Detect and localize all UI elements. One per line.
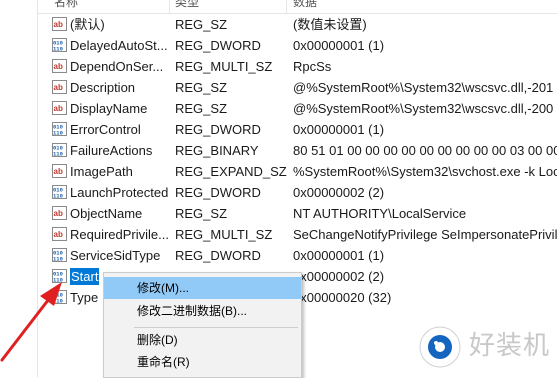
table-row[interactable]: ab Description REG_SZ @%SystemRoot%\System3…: [38, 77, 557, 98]
value-data: 0x00000020 (32): [293, 290, 392, 305]
column-header-type[interactable]: 类型: [175, 0, 199, 9]
string-value-icon: ab: [52, 80, 67, 94]
menu-item-delete[interactable]: 删除(D): [104, 329, 301, 351]
svg-text:110: 110: [53, 277, 63, 284]
svg-text:110: 110: [53, 256, 63, 263]
value-data: @%SystemRoot%\System32\wscsvc.dll,-200: [293, 101, 554, 116]
value-type: REG_DWORD: [175, 122, 261, 137]
value-data: 0x00000001 (1): [293, 248, 385, 263]
value-type: REG_MULTI_SZ: [175, 59, 273, 74]
string-value-icon: ab: [52, 59, 67, 73]
string-value-icon: ab: [52, 17, 67, 31]
svg-text:ab: ab: [54, 83, 63, 92]
column-divider[interactable]: [286, 0, 287, 13]
column-header: 名称 类型 数据: [38, 0, 557, 14]
table-row[interactable]: ab (默认) REG_SZ (数值未设置): [38, 14, 557, 35]
value-type: REG_SZ: [175, 80, 228, 95]
column-header-name[interactable]: 名称: [54, 0, 78, 9]
value-data: 0x00000002 (2): [293, 269, 385, 284]
svg-text:ab: ab: [54, 167, 63, 176]
binary-value-icon: 010110: [52, 269, 67, 283]
value-type: REG_DWORD: [175, 248, 261, 263]
value-type: REG_SZ: [175, 206, 228, 221]
value-data: SeChangeNotifyPrivilege SeImpersonatePri…: [293, 227, 557, 242]
value-data: 80 51 01 00 00 00 00 00 00 00 00 00 03 0…: [293, 143, 557, 158]
svg-text:ab: ab: [54, 230, 63, 239]
svg-text:ab: ab: [54, 104, 63, 113]
value-data: %SystemRoot%\System32\svchost.exe -k Loc: [293, 164, 557, 179]
table-row[interactable]: 010 110 FailureActions REG_BINARY 80 51 01 0…: [38, 140, 557, 161]
table-row[interactable]: 010 110 ServiceSidType REG_DWORD 0x00000001 …: [38, 245, 557, 266]
table-row[interactable]: ab DisplayName REG_SZ @%SystemRoot%\System3…: [38, 98, 557, 119]
string-value-icon: ab: [52, 227, 67, 241]
value-data: (数值未设置): [293, 17, 367, 32]
binary-value-icon: 010110: [52, 38, 67, 52]
table-row[interactable]: 010 110 ErrorControl REG_DWORD 0x00000001 (1…: [38, 119, 557, 140]
value-data: 0x00000001 (1): [293, 38, 385, 53]
table-row[interactable]: 010 110 LaunchProtected REG_DWORD 0x00000002…: [38, 182, 557, 203]
binary-value-icon: 010110: [52, 185, 67, 199]
svg-text:ab: ab: [54, 209, 63, 218]
value-type: REG_DWORD: [175, 185, 261, 200]
binary-value-icon: 010110: [52, 248, 67, 262]
svg-text:110: 110: [53, 46, 63, 53]
svg-text:110: 110: [53, 151, 63, 158]
value-type: REG_EXPAND_SZ: [175, 164, 287, 179]
svg-text:ab: ab: [54, 62, 63, 71]
string-value-icon: ab: [52, 206, 67, 220]
string-value-icon: ab: [52, 164, 67, 178]
binary-value-icon: 010110: [52, 290, 67, 304]
menu-item-modify[interactable]: 修改(M)...: [104, 277, 301, 299]
column-header-data[interactable]: 数据: [293, 0, 317, 9]
svg-text:110: 110: [53, 298, 63, 305]
table-row[interactable]: ab DependOnSer... REG_MULTI_SZ RpcSs: [38, 56, 557, 77]
column-divider[interactable]: [169, 0, 170, 13]
value-data: @%SystemRoot%\System32\wscsvc.dll,-201: [293, 80, 554, 95]
string-value-icon: ab: [52, 101, 67, 115]
registry-tree-pane: [0, 0, 38, 377]
table-row[interactable]: ab ImagePath REG_EXPAND_SZ %SystemRoot%\Sys…: [38, 161, 557, 182]
value-type: REG_MULTI_SZ: [175, 227, 273, 242]
watermark-text: 好装机: [469, 331, 551, 361]
table-row[interactable]: ab ObjectName REG_SZ NT AUTHORITY\LocalServ…: [38, 203, 557, 224]
context-menu: 修改(M)... 修改二进制数据(B)... 删除(D) 重命名(R): [103, 272, 302, 378]
binary-value-icon: 010110: [52, 143, 67, 157]
svg-text:110: 110: [53, 130, 63, 137]
value-data: RpcSs: [293, 59, 332, 74]
value-type: REG_DWORD: [175, 38, 261, 53]
value-type: REG_SZ: [175, 101, 228, 116]
value-data: 0x00000002 (2): [293, 185, 385, 200]
value-data: 0x00000001 (1): [293, 122, 385, 137]
menu-separator: [134, 327, 298, 328]
binary-value-icon: 010110: [52, 122, 67, 136]
value-data: NT AUTHORITY\LocalService: [293, 206, 467, 221]
value-type: REG_SZ: [175, 17, 228, 32]
table-row[interactable]: 010 110 DelayedAutoSt... REG_DWORD 0x0000000…: [38, 35, 557, 56]
menu-item-modify-binary[interactable]: 修改二进制数据(B)...: [104, 300, 301, 322]
menu-item-rename[interactable]: 重命名(R): [104, 351, 301, 373]
value-type: REG_BINARY: [175, 143, 259, 158]
svg-text:110: 110: [53, 193, 63, 200]
svg-text:ab: ab: [54, 20, 63, 29]
table-row[interactable]: ab RequiredPrivile... REG_MULTI_SZ SeChange…: [38, 224, 557, 245]
